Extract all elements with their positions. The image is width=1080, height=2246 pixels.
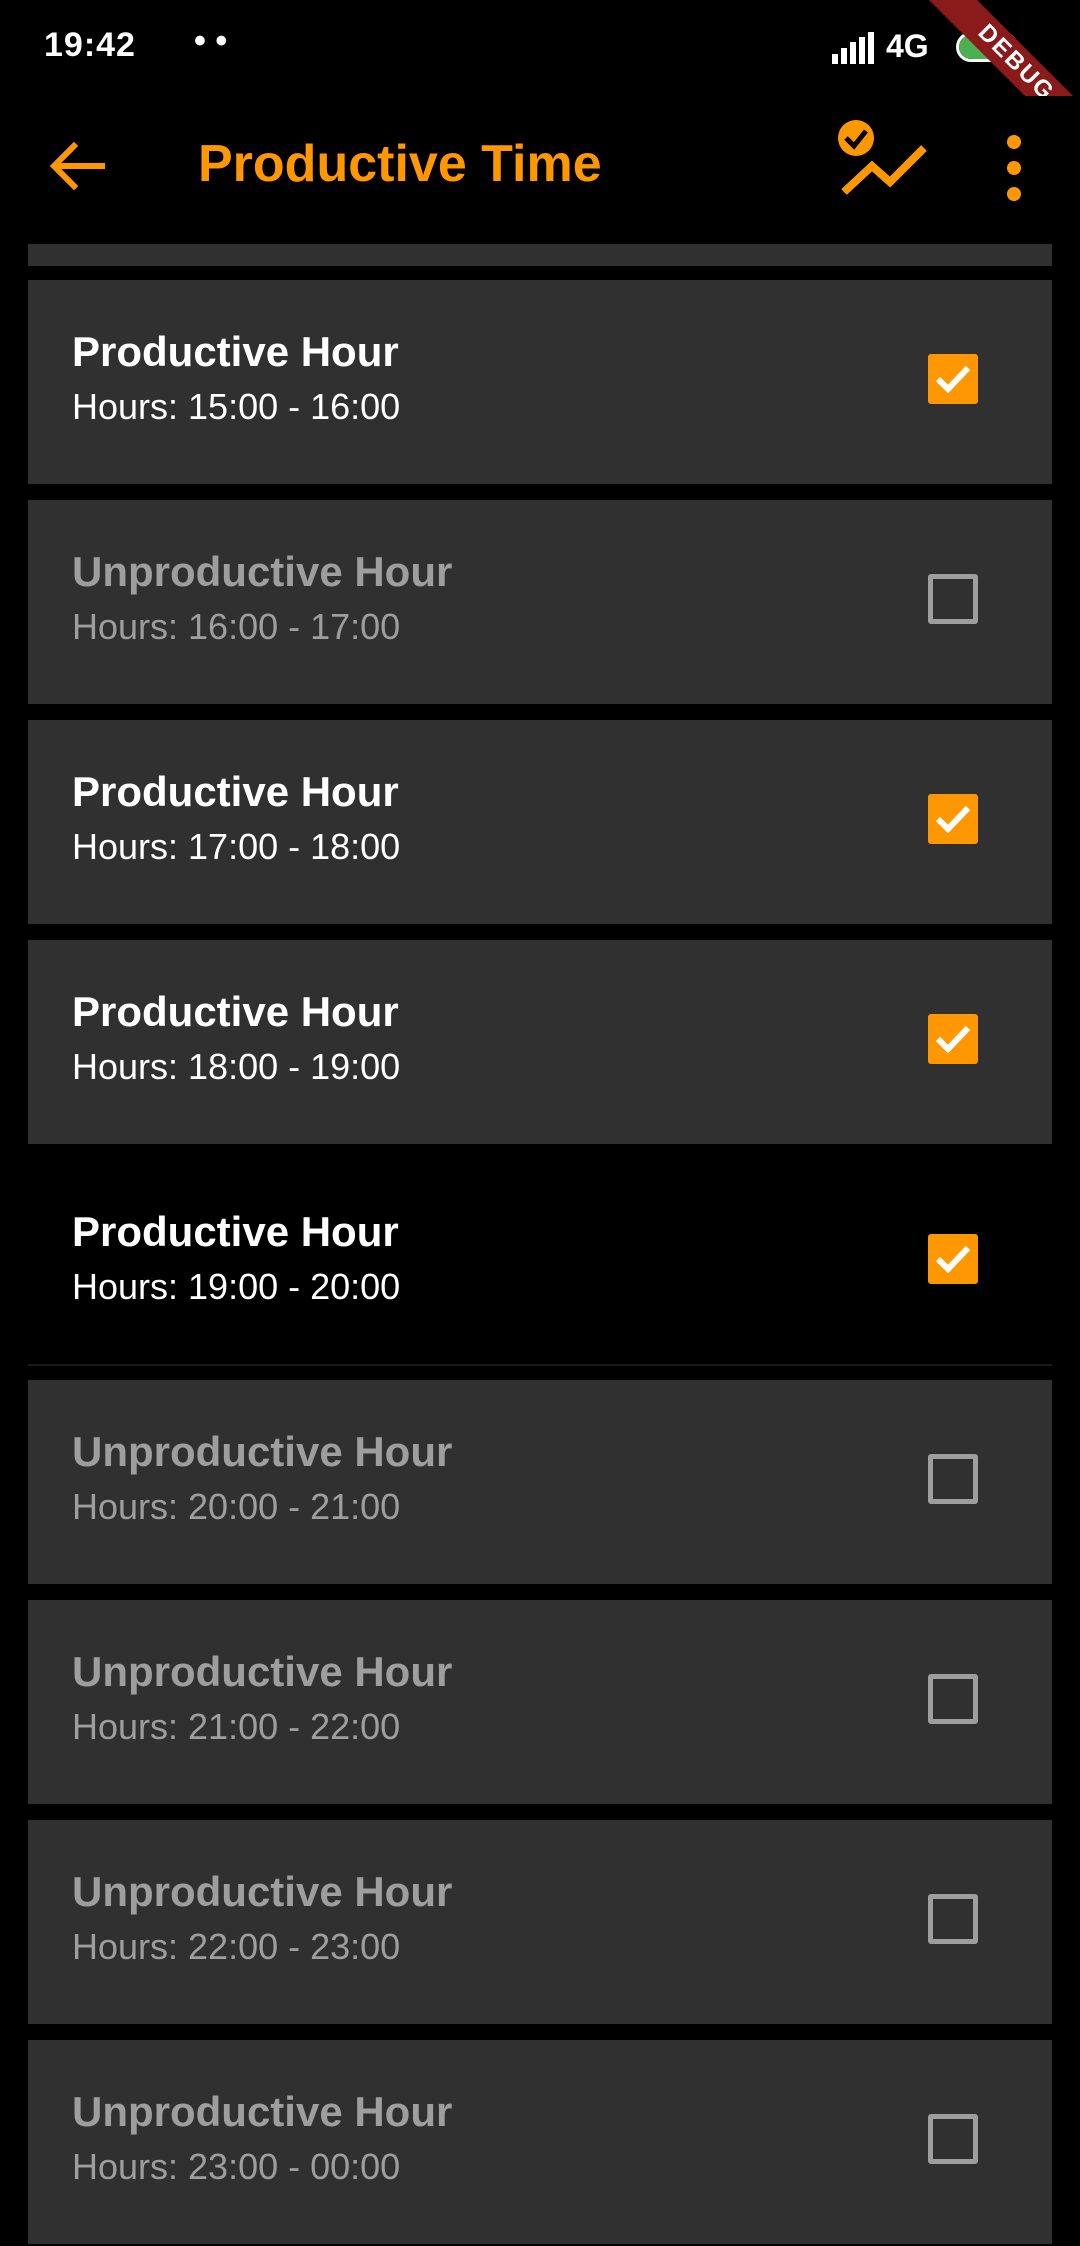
productive-checkbox[interactable] [928,354,978,404]
productive-checkbox[interactable] [928,1454,978,1504]
signal-strength-icon [832,32,874,64]
hour-range: Hours: 21:00 - 22:00 [72,1706,401,1747]
hour-title: Unproductive Hour [72,1868,453,1915]
hour-range: Hours: 20:00 - 21:00 [72,1486,401,1527]
hour-list-item[interactable]: Unproductive Hour Hours: 21:00 - 22:00 [28,1600,1052,1804]
hour-list-item[interactable]: Unproductive Hour Hours: 23:00 - 00:00 [28,2040,1052,2244]
hour-title: Unproductive Hour [72,1428,453,1475]
hour-list-item[interactable]: Unproductive Hour Hours: 22:00 - 23:00 [28,1820,1052,2024]
status-time: 19:42 [44,26,136,64]
more-vert-icon[interactable] [996,132,1032,204]
hour-range: Hours: 16:00 - 17:00 [72,606,401,647]
productive-checkbox[interactable] [928,794,978,844]
productive-checkbox[interactable] [928,2114,978,2164]
check-icon [935,1245,971,1274]
hour-range: Hours: 19:00 - 20:00 [72,1266,401,1307]
productive-checkbox[interactable] [928,1894,978,1944]
page-title: Productive Time [198,135,602,193]
hour-title: Unproductive Hour [72,2088,453,2135]
hour-title: Unproductive Hour [72,1648,453,1695]
hour-title: Productive Hour [72,768,399,815]
status-bar: 19:42 • • 4G 53 DEBUG [0,0,1080,182]
hour-title: Unproductive Hour [72,548,453,595]
productive-checkbox[interactable] [928,1674,978,1724]
hour-list-item[interactable]: Productive Hour Hours: 15:00 - 16:00 [28,280,1052,484]
hour-range: Hours: 17:00 - 18:00 [72,826,401,867]
hour-list-item[interactable]: Productive Hour Hours: 19:00 - 20:00 [28,1160,1052,1366]
productive-checkbox[interactable] [928,574,978,624]
hour-range: Hours: 22:00 - 23:00 [72,1926,401,1967]
productive-checkbox[interactable] [928,1014,978,1064]
hour-list-item[interactable]: Unproductive Hour Hours: 20:00 - 21:00 [28,1380,1052,1584]
productivity-chart-icon[interactable] [836,118,928,202]
hour-list-item[interactable]: Productive Hour Hours: 18:00 - 19:00 [28,940,1052,1144]
hour-list-item[interactable]: Unproductive Hour Hours: 16:00 - 17:00 [28,500,1052,704]
hour-range: Hours: 15:00 - 16:00 [72,386,401,427]
hour-range: Hours: 23:00 - 00:00 [72,2146,401,2187]
hour-list-item[interactable]: Productive Hour Hours: 17:00 - 18:00 [28,720,1052,924]
network-type-label: 4G [886,28,929,64]
hour-title: Productive Hour [72,328,399,375]
productive-checkbox[interactable] [928,1234,978,1284]
app-bar: Productive Time [0,96,1080,240]
check-icon [935,1025,971,1054]
check-icon [935,805,971,834]
check-icon [935,365,971,394]
list-item-partial [28,244,1052,266]
arrow-back-icon[interactable] [44,132,112,200]
hour-title: Productive Hour [72,988,399,1035]
hour-title: Productive Hour [72,1208,399,1255]
hour-range: Hours: 18:00 - 19:00 [72,1046,401,1087]
notification-dots: • • [194,22,228,60]
